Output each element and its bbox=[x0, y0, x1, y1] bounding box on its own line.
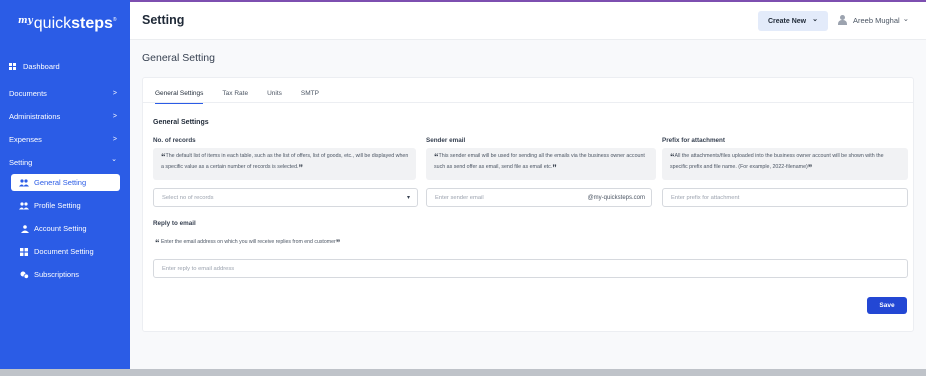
save-button[interactable]: Save bbox=[867, 297, 907, 314]
user-menu[interactable]: Areeb Mughal ⌄ bbox=[838, 12, 909, 28]
app-logo[interactable]: my quick steps ® bbox=[18, 11, 117, 33]
section-title: General Settings bbox=[153, 119, 209, 126]
reply-email-input[interactable]: Enter reply to email address bbox=[153, 259, 908, 278]
page-title: Setting bbox=[142, 13, 185, 27]
logo-my-text: my bbox=[18, 16, 33, 26]
no-of-records-label: No. of records bbox=[153, 137, 196, 144]
sidebar-item-label: Documents bbox=[9, 88, 47, 98]
reply-email-label: Reply to email bbox=[153, 220, 196, 227]
close-quote-icon: ” bbox=[552, 163, 557, 173]
sidebar-item-dashboard[interactable]: Dashboard bbox=[8, 59, 126, 73]
no-of-records-help: “The default list of items in each table… bbox=[153, 148, 416, 180]
sender-email-input[interactable]: Enter sender email @my-quicksteps.com bbox=[426, 188, 652, 207]
page-heading: General Setting bbox=[142, 52, 215, 64]
sender-email-help: “This sender email will be used for send… bbox=[426, 148, 656, 180]
open-quote-icon: “ bbox=[155, 238, 160, 248]
users-icon bbox=[19, 201, 29, 210]
close-quote-icon: ” bbox=[298, 163, 304, 173]
user-avatar-icon bbox=[838, 15, 847, 25]
chevron-right-icon: > bbox=[112, 135, 117, 143]
chevron-right-icon: > bbox=[112, 89, 117, 97]
no-of-records-help-text: The default list of items in each table,… bbox=[161, 153, 409, 170]
sidebar-subitem-label: General Setting bbox=[34, 178, 87, 187]
window-top-edge bbox=[130, 0, 926, 2]
prefix-attachment-placeholder: Enter prefix for attachment bbox=[671, 194, 740, 201]
account-icon bbox=[19, 224, 29, 233]
subscription-icon bbox=[19, 271, 29, 279]
prefix-attachment-label: Prefix for attachment bbox=[662, 137, 725, 144]
prefix-attachment-help: “All the attachments/files uploaded into… bbox=[662, 148, 908, 180]
sidebar-item-label: Setting bbox=[9, 157, 33, 167]
chevron-down-icon: ⌄ bbox=[111, 156, 117, 163]
close-quote-icon: ” bbox=[335, 238, 341, 248]
user-name: Areeb Mughal bbox=[853, 15, 900, 25]
grid-icon bbox=[19, 247, 29, 256]
logo-registered-mark: ® bbox=[112, 17, 117, 23]
sidebar-item-label: Administrations bbox=[9, 111, 61, 121]
dashboard-icon bbox=[8, 62, 17, 71]
create-new-button[interactable]: Create New ⌄ bbox=[758, 11, 828, 31]
chevron-right-icon: > bbox=[112, 112, 117, 120]
reply-email-placeholder: Enter reply to email address bbox=[162, 265, 235, 272]
top-bar: Setting Create New ⌄ Areeb Mughal ⌄ bbox=[130, 0, 926, 40]
tab-divider bbox=[143, 102, 913, 103]
sidebar-subitem-document-setting[interactable]: Document Setting bbox=[11, 243, 120, 260]
prefix-attachment-input[interactable]: Enter prefix for attachment bbox=[662, 188, 908, 207]
sidebar-subitem-label: Account Setting bbox=[34, 224, 87, 233]
close-quote-icon: ” bbox=[807, 163, 813, 173]
caret-down-icon: ▾ bbox=[406, 195, 410, 201]
sidebar-subitem-general-setting[interactable]: General Setting bbox=[11, 174, 120, 191]
users-icon bbox=[19, 178, 29, 187]
sidebar-subitem-profile-setting[interactable]: Profile Setting bbox=[11, 197, 120, 214]
sidebar-item-label: Dashboard bbox=[23, 61, 60, 71]
window-bottom-edge bbox=[0, 369, 926, 376]
no-of-records-placeholder: Select no of records bbox=[162, 194, 214, 201]
sender-email-domain-suffix: @my-quicksteps.com bbox=[587, 194, 645, 201]
sidebar-subitem-account-setting[interactable]: Account Setting bbox=[11, 220, 120, 237]
reply-email-help: “ Enter the email address on which you w… bbox=[155, 238, 340, 248]
chevron-down-icon: ⌄ bbox=[902, 13, 909, 23]
chevron-down-icon: ⌄ bbox=[812, 16, 818, 23]
logo-quick-text: quick bbox=[33, 15, 72, 32]
logo-steps-text: steps bbox=[71, 15, 113, 32]
sidebar-item-expenses[interactable]: Expenses > bbox=[9, 132, 127, 146]
sidebar-item-setting[interactable]: Setting ⌄ bbox=[9, 155, 127, 169]
prefix-attachment-help-text: All the attachments/files uploaded into … bbox=[670, 153, 884, 170]
sidebar-subitem-label: Profile Setting bbox=[34, 201, 81, 210]
main-content: General Setting General Settings Tax Rat… bbox=[130, 40, 926, 376]
sidebar-item-label: Expenses bbox=[9, 134, 42, 144]
sidebar: my quick steps ® Dashboard Documents > A… bbox=[0, 0, 130, 376]
sidebar-item-documents[interactable]: Documents > bbox=[9, 86, 127, 100]
settings-card: General Settings Tax Rate Units SMTP Gen… bbox=[142, 77, 914, 332]
sidebar-subitem-label: Subscriptions bbox=[34, 270, 80, 279]
sidebar-item-administrations[interactable]: Administrations > bbox=[9, 109, 127, 123]
sender-email-label: Sender email bbox=[426, 137, 466, 144]
reply-email-help-text: Enter the email address on which you wil… bbox=[160, 239, 336, 245]
sidebar-subitem-subscriptions[interactable]: Subscriptions bbox=[11, 266, 120, 283]
sender-email-help-text: This sender email will be used for sendi… bbox=[434, 153, 645, 170]
create-new-label: Create New bbox=[767, 17, 807, 25]
sidebar-subitem-label: Document Setting bbox=[34, 247, 94, 256]
no-of-records-select[interactable]: Select no of records ▾ bbox=[153, 188, 418, 207]
sender-email-placeholder: Enter sender email bbox=[435, 194, 484, 201]
